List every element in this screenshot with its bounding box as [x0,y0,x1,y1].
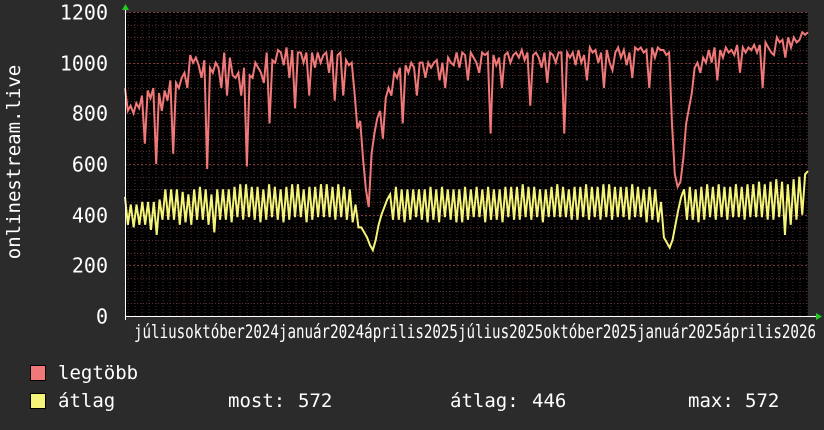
y-tick-label: 1200 [60,1,108,25]
rrd-chart: 0 200 400 600 800 1000 1200 onlinestream.live jú… [3,1,822,343]
legend-row-avg: átlag most: 572 átlag: 446 max: 572 [30,390,810,412]
stat-avg-value: 446 [532,390,567,412]
legend-label-max: legtöbb [58,362,139,384]
legend-label-avg: átlag [58,390,116,412]
stat-max-value: 572 [745,390,780,412]
stat-now-value: 572 [298,390,333,412]
y-tick-label: 200 [72,254,108,278]
y-tick-label: 0 [96,305,108,329]
x-axis-arrow [816,313,822,320]
y-axis-arrow [122,4,129,10]
stat-now-label: most: [228,390,286,412]
chart-stage: 0 200 400 600 800 1000 1200 onlinestream.live jú… [0,0,824,430]
y-tick-label: 600 [72,153,108,177]
y-axis-label: onlinestream.live [3,65,25,259]
y-tick-label: 800 [72,102,108,126]
x-axis-tick-labels: júliusoktóber2024január2024április2025jú… [134,321,816,343]
stat-avg-label: átlag: [450,390,519,412]
y-tick-label: 1000 [60,52,108,76]
y-tick-label: 400 [72,204,108,228]
legend-swatch-max [30,365,46,381]
stat-max-label: max: [688,390,734,412]
legend-swatch-avg [30,393,46,409]
